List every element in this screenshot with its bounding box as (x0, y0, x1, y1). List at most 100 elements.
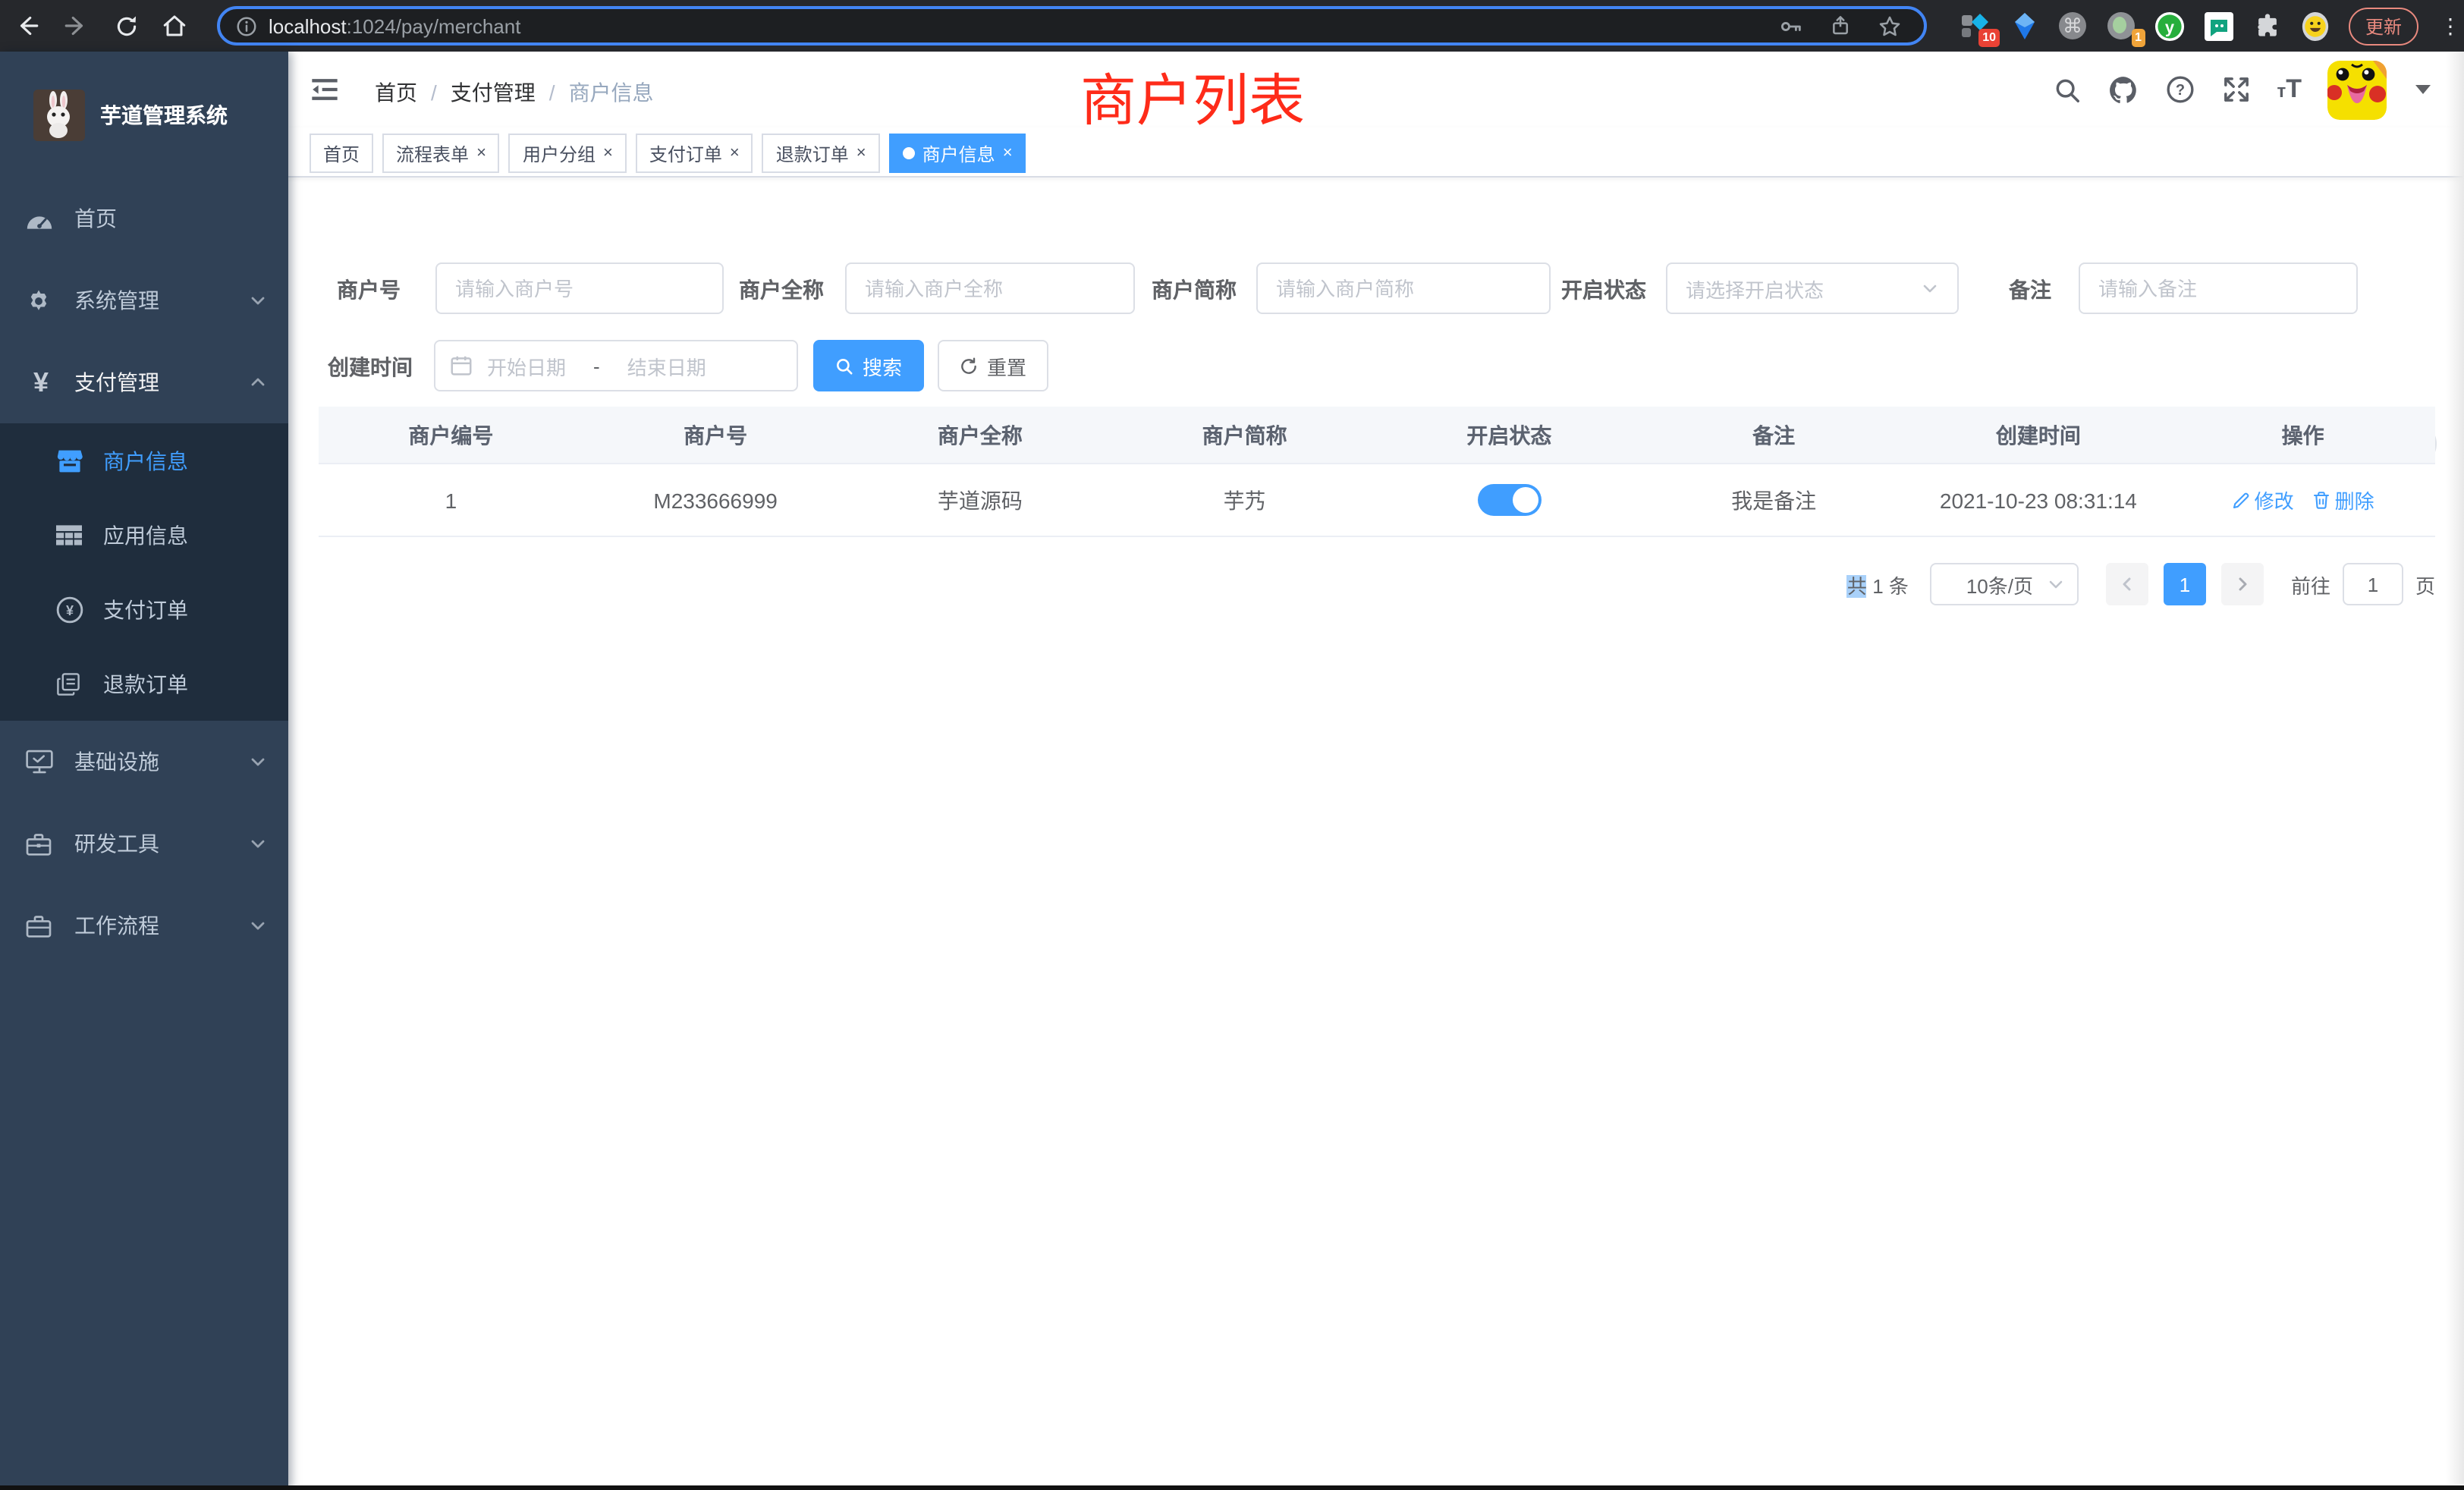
sidebar-item-home[interactable]: 首页 (0, 178, 288, 259)
close-icon[interactable]: × (1003, 144, 1013, 162)
tab-user-group[interactable]: 用户分组× (509, 134, 627, 173)
close-icon[interactable]: × (730, 144, 740, 162)
sidebar-item-app-info[interactable]: 应用信息 (0, 498, 288, 572)
dashboard-icon (26, 207, 56, 230)
tab-refund-order[interactable]: 退款订单 × (762, 134, 880, 173)
navbar-actions: ? тT (2052, 52, 2431, 127)
back-icon[interactable] (12, 11, 42, 41)
url-text[interactable]: localhost:1024/pay/merchant (269, 14, 1778, 37)
chevron-down-icon (249, 835, 267, 853)
svg-text:y: y (2165, 17, 2175, 36)
breadcrumb-pay[interactable]: 支付管理 (451, 77, 536, 108)
sidebar-item-pay-order[interactable]: ¥ 支付订单 (0, 572, 288, 646)
fullscreen-icon[interactable] (2220, 74, 2251, 105)
sidebar-item-system[interactable]: 系统管理 (0, 259, 288, 341)
extension-command-icon[interactable]: ⌘ (2057, 11, 2088, 41)
reset-button-label: 重置 (987, 351, 1026, 380)
avatar-caret-icon[interactable] (2415, 85, 2431, 94)
date-end-placeholder[interactable]: 结束日期 (627, 351, 706, 380)
cell-remark: 我是备注 (1642, 485, 1906, 515)
forward-icon[interactable] (61, 11, 91, 41)
chevron-up-icon (249, 373, 267, 391)
cell-merchant-no: M233666999 (583, 488, 848, 512)
merchant-no-label: 商户号 (337, 275, 401, 305)
merchant-no-input[interactable] (435, 262, 724, 314)
sidebar-item-label: 支付订单 (103, 594, 188, 624)
goto-page-input[interactable] (2343, 563, 2403, 605)
browser-update-button[interactable]: 更新 (2349, 7, 2418, 45)
extensions-puzzle-icon[interactable] (2252, 11, 2282, 41)
sidebar-item-label: 工作流程 (74, 910, 159, 941)
sidebar-item-refund-order[interactable]: 退款订单 (0, 646, 288, 721)
short-name-input[interactable] (1256, 262, 1551, 314)
sidebar-item-label: 支付管理 (74, 367, 159, 398)
sidebar-collapse-icon[interactable] (310, 74, 340, 105)
browser-menu-icon[interactable]: ⋮ (2440, 13, 2461, 39)
tab-pay-order[interactable]: 支付订单× (636, 134, 753, 173)
chevron-down-icon (1921, 279, 1939, 297)
next-page-button[interactable] (2221, 563, 2264, 605)
col-create-time: 创建时间 (1906, 420, 2171, 450)
password-key-icon[interactable] (1778, 13, 1804, 39)
current-page-button[interactable]: 1 (2164, 563, 2206, 605)
sidebar-item-devtools[interactable]: 研发工具 (0, 803, 288, 885)
tab-process-form[interactable]: 流程表单 × (382, 134, 500, 173)
search-icon[interactable] (2052, 75, 2081, 104)
app-logo-rabbit (33, 89, 85, 140)
reload-icon[interactable] (111, 11, 141, 41)
tab-label: 流程表单 (396, 140, 469, 166)
prev-page-button[interactable] (2106, 563, 2148, 605)
short-name-label: 商户简称 (1152, 275, 1237, 305)
help-icon[interactable]: ? (2164, 74, 2195, 105)
github-icon[interactable] (2107, 74, 2139, 105)
create-time-range-input[interactable]: 开始日期 - 结束日期 (434, 340, 798, 391)
extension-chat-icon[interactable] (2203, 11, 2233, 41)
grid-table-icon (56, 524, 86, 545)
app-logo-row[interactable]: 芋道管理系统 (0, 52, 288, 178)
extension-session-icon[interactable]: 1 (2106, 11, 2136, 41)
status-select[interactable]: 请选择开启状态 (1666, 262, 1959, 314)
close-icon[interactable]: × (856, 144, 866, 162)
home-icon[interactable] (159, 11, 190, 41)
status-toggle[interactable] (1477, 484, 1541, 516)
sidebar-item-workflow[interactable]: 工作流程 (0, 885, 288, 967)
tab-merchant-info[interactable]: 商户信息 × (889, 134, 1026, 173)
site-info-icon[interactable] (235, 14, 258, 37)
col-remark: 备注 (1642, 420, 1906, 450)
extension-y-icon[interactable]: y (2154, 11, 2185, 41)
breadcrumb-home[interactable]: 首页 (375, 77, 417, 108)
avatar[interactable] (2327, 60, 2387, 119)
page-size-select[interactable]: 10条/页 (1930, 563, 2079, 605)
url-bar[interactable]: localhost:1024/pay/merchant (217, 6, 1927, 46)
font-size-icon[interactable]: тT (2277, 74, 2302, 105)
extension-emoji-icon[interactable] (2300, 11, 2330, 41)
search-button[interactable]: 搜索 (813, 340, 924, 391)
tags-view-bar: 首页 流程表单 × 用户分组× 支付订单× 退款订单 × 商户信息 × (288, 127, 2464, 178)
sidebar-item-label: 退款订单 (103, 668, 188, 699)
reset-button[interactable]: 重置 (938, 340, 1048, 391)
sidebar-item-merchant-info[interactable]: 商户信息 (0, 423, 288, 498)
remark-input[interactable] (2079, 262, 2358, 314)
close-icon[interactable]: × (476, 144, 486, 162)
cell-actions: 修改 删除 (2170, 486, 2435, 514)
search-button-label: 搜索 (863, 351, 902, 380)
browser-chrome: localhost:1024/pay/merchant 10 (0, 0, 2464, 52)
extension-grid-diamond-icon[interactable]: 10 (1960, 11, 1991, 41)
full-name-input[interactable] (845, 262, 1135, 314)
date-start-placeholder[interactable]: 开始日期 (487, 351, 566, 380)
close-icon[interactable]: × (603, 144, 613, 162)
scrollbar-track[interactable] (2446, 52, 2464, 1484)
share-icon[interactable] (1828, 14, 1853, 38)
cell-status (1377, 484, 1642, 516)
edit-link[interactable]: 修改 (2232, 486, 2294, 514)
sidebar-item-infra[interactable]: 基础设施 (0, 721, 288, 803)
delete-link[interactable]: 删除 (2312, 486, 2374, 514)
tab-label: 退款订单 (776, 140, 849, 166)
sidebar-item-pay[interactable]: ¥ 支付管理 (0, 341, 288, 423)
extension-balloon-icon[interactable] (2009, 11, 2039, 41)
bookmark-star-icon[interactable] (1877, 13, 1903, 39)
app-title: 芋道管理系统 (100, 99, 228, 130)
breadcrumb-separator: / (431, 80, 437, 105)
tab-home[interactable]: 首页 (310, 134, 373, 173)
tab-label: 商户信息 (922, 140, 995, 166)
